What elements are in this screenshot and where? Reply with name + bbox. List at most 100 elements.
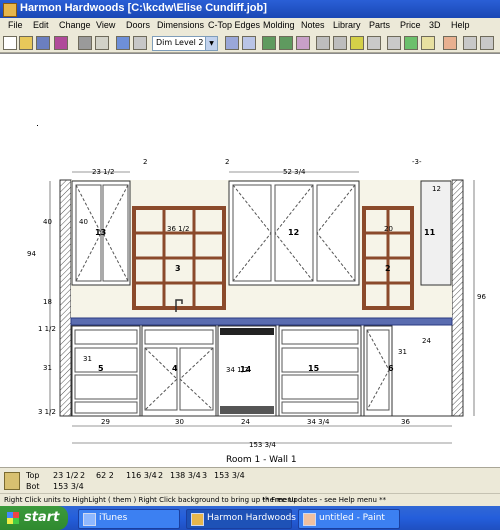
- grid-icon[interactable]: [116, 36, 130, 50]
- task-label: untitled - Paint: [319, 513, 385, 523]
- dim-unit13: 40: [79, 218, 88, 226]
- print-icon[interactable]: [78, 36, 92, 50]
- menu-3d[interactable]: 3D: [429, 20, 441, 30]
- menu-dimensions[interactable]: Dimensions: [157, 20, 204, 30]
- top-label: Top: [26, 471, 40, 480]
- trash-icon[interactable]: [4, 472, 20, 490]
- menu-view[interactable]: View: [96, 20, 115, 30]
- menu-bar: File Edit Change View Doors Dimensions C…: [0, 18, 500, 35]
- measure-icon[interactable]: [333, 36, 347, 50]
- dim-bottom-2: 30: [175, 418, 184, 426]
- unit-number-5: 5: [98, 364, 104, 373]
- window-title: Harmon Hardwoods [C:\kcdw\Elise Cundiff.…: [20, 2, 267, 14]
- zoom-icon[interactable]: [367, 36, 381, 50]
- app-icon: [3, 3, 17, 17]
- dim-left-gap: 18: [43, 298, 52, 306]
- menu-file[interactable]: File: [8, 20, 23, 30]
- view-icon[interactable]: [387, 36, 401, 50]
- dim-top-5: -3-: [412, 158, 422, 166]
- redo-icon[interactable]: [242, 36, 256, 50]
- dim-top-4: 52 3/4: [283, 168, 306, 176]
- menu-help[interactable]: Help: [451, 20, 470, 30]
- paint-icon: [303, 513, 316, 526]
- top-value: 138 3/4: [170, 471, 201, 480]
- top-value: 62 2: [96, 471, 114, 480]
- dim-right-24: 24: [422, 337, 431, 345]
- start-label: start: [24, 510, 60, 525]
- menu-change[interactable]: Change: [59, 20, 91, 30]
- menu-notes[interactable]: Notes: [301, 20, 325, 30]
- top-value: 116 3/4: [126, 471, 157, 480]
- dim-top-3: 2: [225, 158, 229, 166]
- unit-number-14: 14: [240, 365, 252, 374]
- app-icon: [191, 513, 204, 526]
- toolbar: [0, 34, 500, 53]
- top-value: 153 3/4: [214, 471, 245, 480]
- task-itunes[interactable]: iTunes: [78, 509, 180, 529]
- sink-base-4[interactable]: [141, 325, 217, 417]
- save-icon[interactable]: [36, 36, 50, 50]
- door-icon[interactable]: [443, 36, 457, 50]
- unit-number-13: 13: [95, 228, 106, 237]
- top-value: 2: [80, 471, 86, 480]
- top-value: 2: [158, 471, 164, 480]
- countertop: [70, 317, 453, 326]
- dim-left-base: 31: [43, 364, 52, 372]
- unit-number-3: 3: [175, 264, 181, 273]
- dim-level-value: Dim Level 2: [156, 38, 204, 47]
- menu-edit[interactable]: Edit: [33, 20, 49, 30]
- unit-number-4: 4: [172, 364, 178, 373]
- unit-number-11: 11: [424, 228, 436, 237]
- dim-unit2: 20: [384, 225, 393, 233]
- dim-left-total: 94: [27, 250, 36, 258]
- dim-left-top: 1 1/2: [38, 325, 56, 333]
- unit-number-12: 12: [288, 228, 299, 237]
- dim-right-total: 96: [477, 293, 486, 301]
- unit-number-15: 15: [308, 364, 320, 373]
- open-folder-icon[interactable]: [19, 36, 33, 50]
- hint-right: ** Free Updates - see Help menu **: [262, 496, 387, 504]
- arrow-icon[interactable]: [480, 36, 494, 50]
- dim-total-width: 153 3/4: [249, 441, 276, 449]
- layout-icon[interactable]: [133, 36, 147, 50]
- chevron-down-icon[interactable]: ▼: [205, 37, 217, 50]
- start-button[interactable]: start: [0, 506, 68, 530]
- undo-icon[interactable]: [225, 36, 239, 50]
- save-as-icon[interactable]: [54, 36, 68, 50]
- task-paint[interactable]: untitled - Paint: [298, 509, 400, 529]
- hint-bar: Right Click units to HighLight ( them ) …: [0, 493, 500, 507]
- itunes-icon: [83, 513, 96, 526]
- new-file-icon[interactable]: [3, 36, 17, 50]
- menu-ctop-edges[interactable]: C-Top Edges: [208, 20, 260, 30]
- hint-left: Right Click units to HighLight ( them ) …: [4, 496, 297, 504]
- dim-top-1: 23 1/2: [92, 168, 114, 176]
- title-bar: Harmon Hardwoods [C:\kcdw\Elise Cundiff.…: [0, 0, 500, 18]
- menu-molding[interactable]: Molding: [263, 20, 295, 30]
- menu-price[interactable]: Price: [400, 20, 421, 30]
- top-value: 3: [202, 471, 208, 480]
- base-cabinet-15[interactable]: [278, 325, 362, 417]
- dim-bottom-1: 29: [101, 418, 110, 426]
- modify-icon[interactable]: [296, 36, 310, 50]
- base-cabinet-5[interactable]: [71, 325, 141, 417]
- floor-icon[interactable]: [421, 36, 435, 50]
- add-unit-icon[interactable]: [262, 36, 276, 50]
- unit-number-2: 2: [385, 264, 391, 273]
- left-wall: [59, 179, 72, 417]
- menu-doors[interactable]: Doors: [126, 20, 150, 30]
- select-icon[interactable]: [316, 36, 330, 50]
- dim-level-select[interactable]: Dim Level 2 ▼: [152, 36, 218, 51]
- dim-bottom-3: 24: [241, 418, 250, 426]
- add-wall-icon[interactable]: [279, 36, 293, 50]
- task-harmon[interactable]: Harmon Hardwoods [...]: [186, 509, 314, 529]
- status-panel: Top 23 1/2 2 62 2 116 3/4 2 138 3/4 3 15…: [0, 467, 500, 494]
- top-value: 23 1/2: [53, 471, 79, 480]
- light-icon[interactable]: [350, 36, 364, 50]
- print-preview-icon[interactable]: [95, 36, 109, 50]
- menu-parts[interactable]: Parts: [369, 20, 390, 30]
- menu-library[interactable]: Library: [333, 20, 361, 30]
- elevation-icon[interactable]: [404, 36, 418, 50]
- bot-value: 153 3/4: [53, 482, 84, 491]
- elevation-canvas[interactable]: 23 1/2 2 2 52 3/4 -3- 94 40 18 1 1/2 31 …: [0, 53, 500, 468]
- tools-icon[interactable]: [463, 36, 477, 50]
